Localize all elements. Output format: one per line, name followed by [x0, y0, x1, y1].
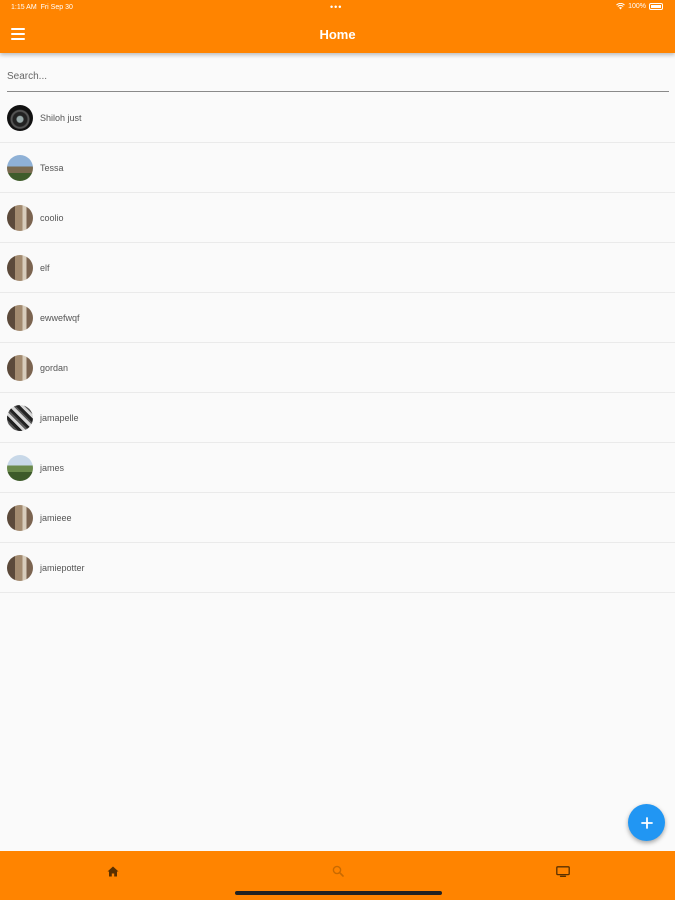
- contact-name: jamieee: [40, 512, 72, 523]
- avatar: [7, 104, 33, 131]
- avatar: [7, 454, 33, 481]
- battery-percent: 100%: [628, 3, 646, 10]
- list-item[interactable]: Shiloh just: [0, 93, 675, 143]
- avatar: [7, 304, 33, 331]
- page-title: Home: [319, 27, 356, 42]
- avatar: [7, 504, 33, 531]
- add-contact-button[interactable]: [628, 804, 665, 841]
- avatar: [7, 154, 33, 181]
- contact-list: Shiloh just Tessa coolio elf ewwefwqf go…: [0, 93, 675, 593]
- contact-name: gordan: [40, 362, 69, 373]
- avatar: [7, 254, 33, 281]
- avatar: [7, 404, 33, 431]
- contact-name: ewwefwqf: [40, 312, 80, 323]
- list-item[interactable]: jamiepotter: [0, 543, 675, 593]
- nav-tv-button[interactable]: [551, 861, 575, 881]
- contact-name: james: [40, 462, 65, 473]
- list-item[interactable]: elf: [0, 243, 675, 293]
- contact-name: jamapelle: [40, 412, 79, 423]
- list-item[interactable]: gordan: [0, 343, 675, 393]
- home-icon: [107, 866, 119, 876]
- contact-name: coolio: [40, 212, 64, 223]
- list-item[interactable]: jamieee: [0, 493, 675, 543]
- status-right: 100%: [616, 3, 663, 10]
- contact-name: jamiepotter: [40, 562, 85, 573]
- tv-icon: [556, 865, 570, 877]
- search-icon: [332, 865, 344, 877]
- app-bar: 1:15 AM Fri Sep 30 ••• 100% Home: [0, 0, 675, 53]
- plus-icon: [640, 816, 653, 829]
- avatar: [7, 354, 33, 381]
- list-item[interactable]: coolio: [0, 193, 675, 243]
- nav-home-button[interactable]: [101, 861, 125, 881]
- avatar: [7, 554, 33, 581]
- status-time: 1:15 AM Fri Sep 30: [11, 4, 73, 11]
- multitasking-dots: •••: [330, 2, 343, 12]
- nav-search-button[interactable]: [326, 861, 350, 881]
- wifi-icon: [616, 3, 625, 10]
- list-item[interactable]: ewwefwqf: [0, 293, 675, 343]
- status-bar: 1:15 AM Fri Sep 30 ••• 100%: [0, 0, 675, 18]
- contact-name: elf: [40, 262, 50, 273]
- home-indicator: [235, 891, 442, 895]
- avatar: [7, 204, 33, 231]
- contact-name: Tessa: [40, 162, 64, 173]
- search-input[interactable]: [7, 62, 669, 92]
- list-item[interactable]: Tessa: [0, 143, 675, 193]
- list-item[interactable]: jamapelle: [0, 393, 675, 443]
- battery-icon: [649, 3, 663, 10]
- contact-name: Shiloh just: [40, 112, 82, 123]
- list-item[interactable]: james: [0, 443, 675, 493]
